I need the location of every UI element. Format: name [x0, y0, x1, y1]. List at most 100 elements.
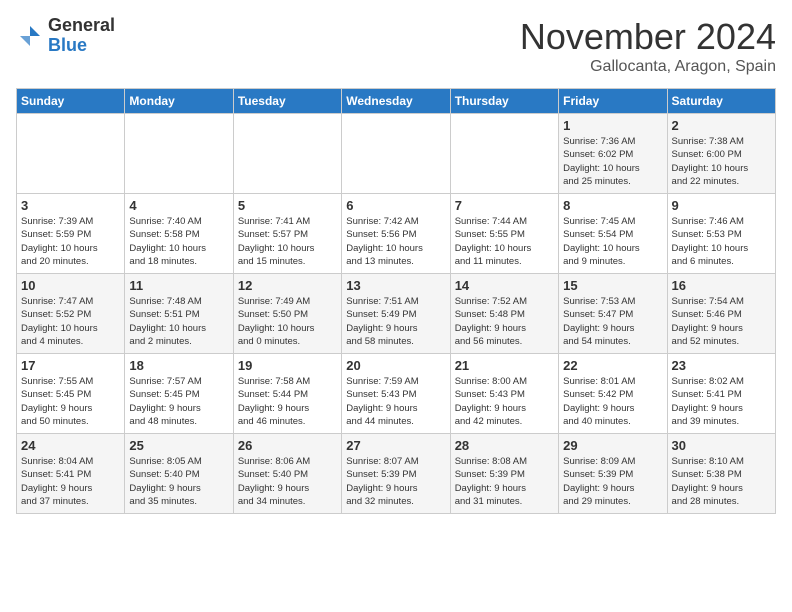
day-info: Sunrise: 8:07 AM Sunset: 5:39 PM Dayligh… [346, 455, 445, 508]
day-number: 19 [238, 358, 337, 373]
calendar-cell: 9 Sunrise: 7:46 AM Sunset: 5:53 PM Daylig… [667, 194, 775, 274]
calendar-cell: 23 Sunrise: 8:02 AM Sunset: 5:41 PM Dayli… [667, 354, 775, 434]
location-subtitle: Gallocanta, Aragon, Spain [520, 58, 776, 76]
day-number: 23 [672, 358, 771, 373]
logo-icon [16, 22, 44, 50]
day-number: 27 [346, 438, 445, 453]
day-number: 12 [238, 278, 337, 293]
calendar-cell: 17 Sunrise: 7:55 AM Sunset: 5:45 PM Dayli… [17, 354, 125, 434]
calendar-cell: 1Sunrise: 7:36 AM Sunset: 6:02 PM Daylig… [559, 114, 667, 194]
day-number: 18 [129, 358, 228, 373]
calendar-table: SundayMondayTuesdayWednesdayThursdayFrid… [16, 88, 776, 514]
title-block: November 2024 Gallocanta, Aragon, Spain [520, 16, 776, 76]
weekday-header-friday: Friday [559, 89, 667, 114]
day-info: Sunrise: 7:51 AM Sunset: 5:49 PM Dayligh… [346, 295, 445, 348]
day-info: Sunrise: 7:36 AM Sunset: 6:02 PM Dayligh… [563, 135, 662, 188]
calendar-cell: 18 Sunrise: 7:57 AM Sunset: 5:45 PM Dayli… [125, 354, 233, 434]
calendar-cell [17, 114, 125, 194]
calendar-cell: 5Sunrise: 7:41 AM Sunset: 5:57 PM Daylig… [233, 194, 341, 274]
calendar-cell: 21 Sunrise: 8:00 AM Sunset: 5:43 PM Dayli… [450, 354, 558, 434]
day-number: 13 [346, 278, 445, 293]
day-info: Sunrise: 7:52 AM Sunset: 5:48 PM Dayligh… [455, 295, 554, 348]
calendar-cell: 7 Sunrise: 7:44 AM Sunset: 5:55 PM Daylig… [450, 194, 558, 274]
calendar-cell: 14 Sunrise: 7:52 AM Sunset: 5:48 PM Dayli… [450, 274, 558, 354]
calendar-cell: 19 Sunrise: 7:58 AM Sunset: 5:44 PM Dayli… [233, 354, 341, 434]
day-number: 15 [563, 278, 662, 293]
day-number: 22 [563, 358, 662, 373]
day-info: Sunrise: 7:42 AM Sunset: 5:56 PM Dayligh… [346, 215, 445, 268]
calendar-week-4: 17 Sunrise: 7:55 AM Sunset: 5:45 PM Dayli… [17, 354, 776, 434]
day-info: Sunrise: 7:47 AM Sunset: 5:52 PM Dayligh… [21, 295, 120, 348]
calendar-cell: 25 Sunrise: 8:05 AM Sunset: 5:40 PM Dayli… [125, 434, 233, 514]
day-number: 3 [21, 198, 120, 213]
logo-blue: Blue [48, 35, 87, 55]
calendar-cell: 28 Sunrise: 8:08 AM Sunset: 5:39 PM Dayli… [450, 434, 558, 514]
calendar-week-2: 3 Sunrise: 7:39 AM Sunset: 5:59 PM Daylig… [17, 194, 776, 274]
calendar-cell [342, 114, 450, 194]
calendar-cell: 29 Sunrise: 8:09 AM Sunset: 5:39 PM Dayli… [559, 434, 667, 514]
day-number: 24 [21, 438, 120, 453]
day-info: Sunrise: 8:09 AM Sunset: 5:39 PM Dayligh… [563, 455, 662, 508]
day-number: 25 [129, 438, 228, 453]
day-info: Sunrise: 7:39 AM Sunset: 5:59 PM Dayligh… [21, 215, 120, 268]
page-header: General Blue November 2024 Gallocanta, A… [16, 16, 776, 76]
logo: General Blue [16, 16, 115, 56]
day-number: 28 [455, 438, 554, 453]
calendar-cell: 8 Sunrise: 7:45 AM Sunset: 5:54 PM Daylig… [559, 194, 667, 274]
day-number: 4 [129, 198, 228, 213]
calendar-cell: 13 Sunrise: 7:51 AM Sunset: 5:49 PM Dayli… [342, 274, 450, 354]
logo-general: General [48, 15, 115, 35]
day-number: 14 [455, 278, 554, 293]
day-number: 30 [672, 438, 771, 453]
calendar-week-1: 1Sunrise: 7:36 AM Sunset: 6:02 PM Daylig… [17, 114, 776, 194]
day-info: Sunrise: 7:45 AM Sunset: 5:54 PM Dayligh… [563, 215, 662, 268]
day-number: 8 [563, 198, 662, 213]
weekday-header-monday: Monday [125, 89, 233, 114]
day-info: Sunrise: 7:48 AM Sunset: 5:51 PM Dayligh… [129, 295, 228, 348]
calendar-cell: 26Sunrise: 8:06 AM Sunset: 5:40 PM Dayli… [233, 434, 341, 514]
month-title: November 2024 [520, 16, 776, 58]
day-number: 20 [346, 358, 445, 373]
day-number: 9 [672, 198, 771, 213]
day-info: Sunrise: 8:08 AM Sunset: 5:39 PM Dayligh… [455, 455, 554, 508]
calendar-cell: 11Sunrise: 7:48 AM Sunset: 5:51 PM Dayli… [125, 274, 233, 354]
day-info: Sunrise: 7:40 AM Sunset: 5:58 PM Dayligh… [129, 215, 228, 268]
calendar-cell: 10 Sunrise: 7:47 AM Sunset: 5:52 PM Dayli… [17, 274, 125, 354]
day-number: 10 [21, 278, 120, 293]
calendar-cell [125, 114, 233, 194]
day-info: Sunrise: 8:10 AM Sunset: 5:38 PM Dayligh… [672, 455, 771, 508]
day-info: Sunrise: 7:59 AM Sunset: 5:43 PM Dayligh… [346, 375, 445, 428]
calendar-cell [233, 114, 341, 194]
day-info: Sunrise: 7:38 AM Sunset: 6:00 PM Dayligh… [672, 135, 771, 188]
calendar-cell: 3 Sunrise: 7:39 AM Sunset: 5:59 PM Daylig… [17, 194, 125, 274]
day-info: Sunrise: 7:54 AM Sunset: 5:46 PM Dayligh… [672, 295, 771, 348]
day-info: Sunrise: 7:46 AM Sunset: 5:53 PM Dayligh… [672, 215, 771, 268]
weekday-header-saturday: Saturday [667, 89, 775, 114]
day-number: 6 [346, 198, 445, 213]
day-number: 5 [238, 198, 337, 213]
calendar-cell: 24Sunrise: 8:04 AM Sunset: 5:41 PM Dayli… [17, 434, 125, 514]
day-number: 17 [21, 358, 120, 373]
calendar-cell: 27 Sunrise: 8:07 AM Sunset: 5:39 PM Dayli… [342, 434, 450, 514]
day-info: Sunrise: 7:57 AM Sunset: 5:45 PM Dayligh… [129, 375, 228, 428]
calendar-cell: 20 Sunrise: 7:59 AM Sunset: 5:43 PM Dayli… [342, 354, 450, 434]
calendar-week-3: 10 Sunrise: 7:47 AM Sunset: 5:52 PM Dayli… [17, 274, 776, 354]
day-info: Sunrise: 8:00 AM Sunset: 5:43 PM Dayligh… [455, 375, 554, 428]
calendar-header-row: SundayMondayTuesdayWednesdayThursdayFrid… [17, 89, 776, 114]
day-number: 21 [455, 358, 554, 373]
day-info: Sunrise: 7:53 AM Sunset: 5:47 PM Dayligh… [563, 295, 662, 348]
day-number: 29 [563, 438, 662, 453]
day-info: Sunrise: 7:55 AM Sunset: 5:45 PM Dayligh… [21, 375, 120, 428]
day-number: 7 [455, 198, 554, 213]
calendar-cell: 15 Sunrise: 7:53 AM Sunset: 5:47 PM Dayli… [559, 274, 667, 354]
weekday-header-sunday: Sunday [17, 89, 125, 114]
weekday-header-tuesday: Tuesday [233, 89, 341, 114]
calendar-cell: 2 Sunrise: 7:38 AM Sunset: 6:00 PM Daylig… [667, 114, 775, 194]
day-info: Sunrise: 8:01 AM Sunset: 5:42 PM Dayligh… [563, 375, 662, 428]
day-info: Sunrise: 8:02 AM Sunset: 5:41 PM Dayligh… [672, 375, 771, 428]
day-info: Sunrise: 7:58 AM Sunset: 5:44 PM Dayligh… [238, 375, 337, 428]
day-number: 2 [672, 118, 771, 133]
day-info: Sunrise: 7:44 AM Sunset: 5:55 PM Dayligh… [455, 215, 554, 268]
day-info: Sunrise: 8:05 AM Sunset: 5:40 PM Dayligh… [129, 455, 228, 508]
calendar-cell: 12Sunrise: 7:49 AM Sunset: 5:50 PM Dayli… [233, 274, 341, 354]
